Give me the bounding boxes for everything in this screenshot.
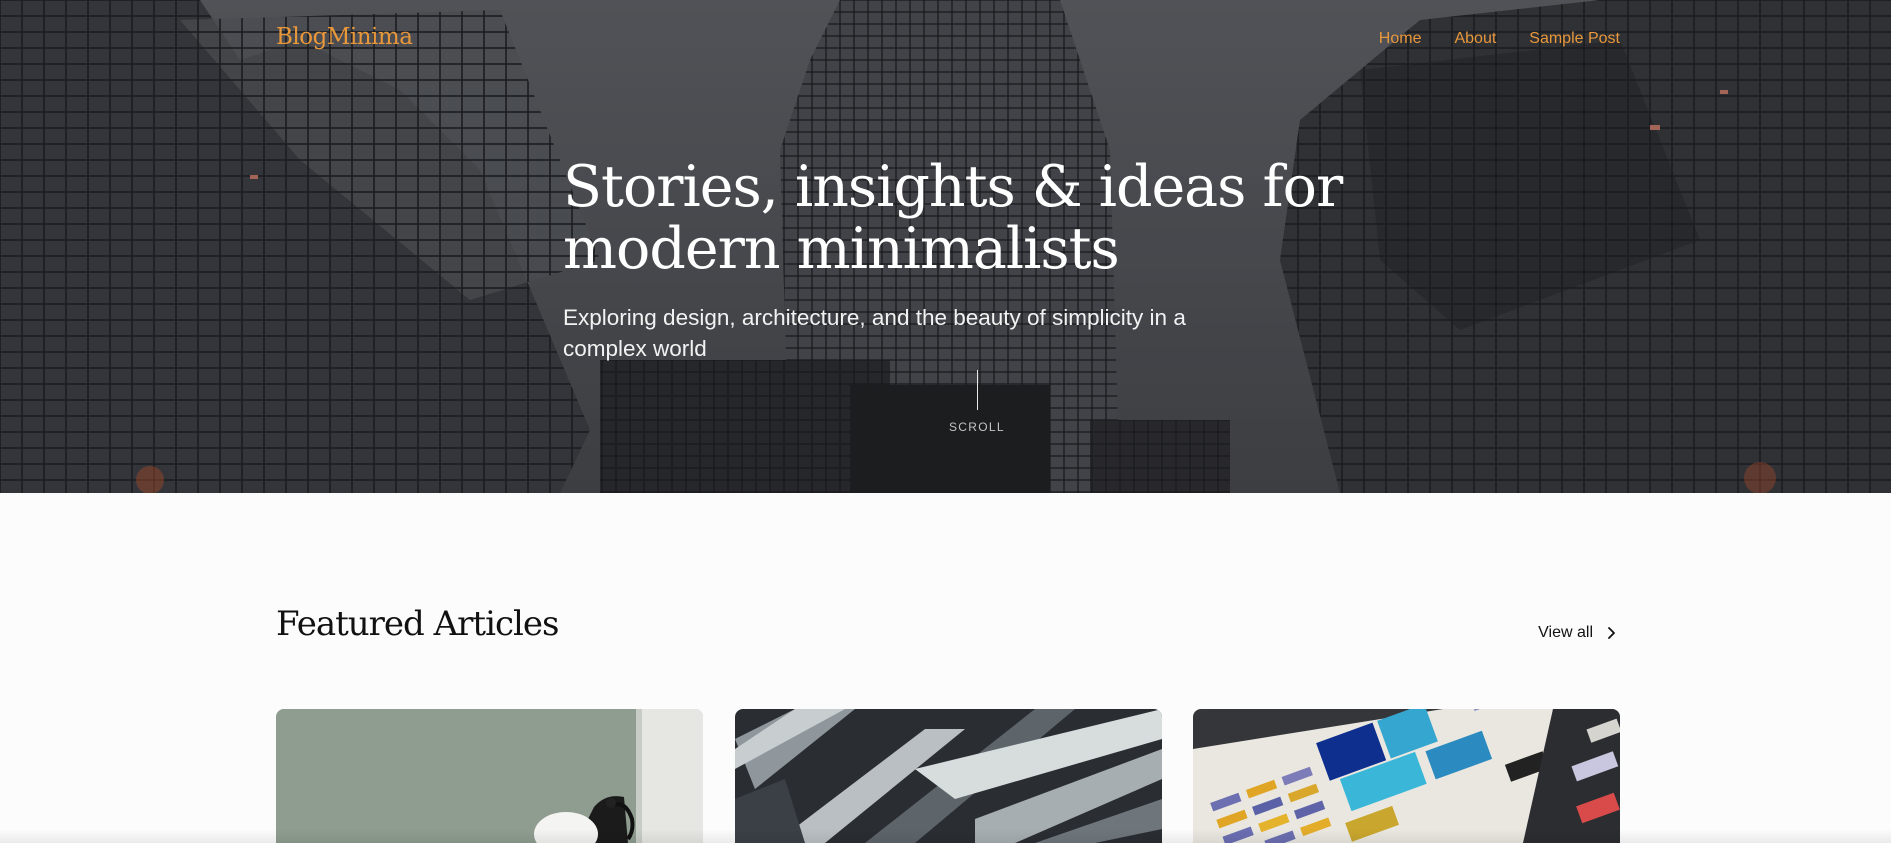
chevron-right-icon xyxy=(1608,627,1615,639)
nav-link-sample-post[interactable]: Sample Post xyxy=(1529,30,1620,48)
architecture-facade-photo xyxy=(735,709,1162,843)
hero-title: Stories, insights & ideas for modern min… xyxy=(563,154,1343,282)
view-all-label: View all xyxy=(1538,624,1593,641)
scroll-indicator-line xyxy=(977,370,978,410)
featured-section-title: Featured Articles xyxy=(276,604,559,644)
article-card-3[interactable] xyxy=(1193,709,1620,843)
scroll-indicator-label[interactable]: SCROLL xyxy=(949,420,1005,434)
desk-lamp-photo xyxy=(276,709,703,843)
color-swatches-photo xyxy=(1193,709,1620,843)
hero-section: BlogMinima Home About Sample Post Storie… xyxy=(0,0,1891,493)
nav-link-about[interactable]: About xyxy=(1454,30,1496,48)
nav-link-home[interactable]: Home xyxy=(1379,30,1422,48)
bottom-shadow xyxy=(0,829,1891,843)
main-nav: Home About Sample Post xyxy=(1379,30,1620,48)
article-card-1[interactable] xyxy=(276,709,703,843)
view-all-link[interactable]: View all xyxy=(1538,624,1619,642)
hero-subtitle: Exploring design, architecture, and the … xyxy=(563,305,1186,361)
site-logo[interactable]: BlogMinima xyxy=(276,24,413,50)
article-card-2[interactable] xyxy=(735,709,1162,843)
